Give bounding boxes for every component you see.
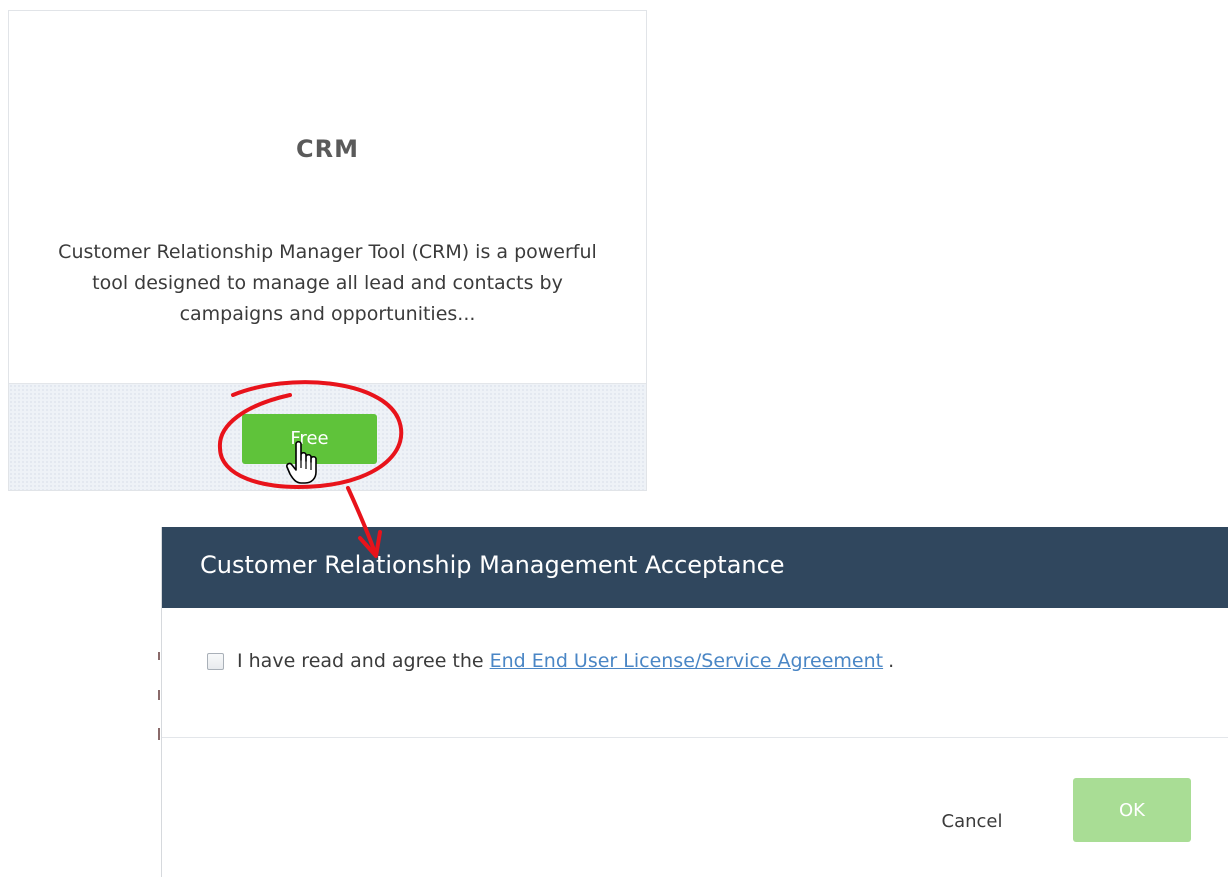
acceptance-dialog: Customer Relationship Management Accepta…: [161, 527, 1228, 877]
agreement-row: I have read and agree the End End User L…: [207, 650, 894, 672]
dialog-body: I have read and agree the End End User L…: [162, 608, 1228, 738]
card-body: CRM Customer Relationship Manager Tool (…: [9, 11, 646, 383]
app-description: Customer Relationship Manager Tool (CRM)…: [58, 241, 597, 325]
crm-app-card: CRM Customer Relationship Manager Tool (…: [8, 10, 647, 491]
dialog-header: Customer Relationship Management Accepta…: [162, 527, 1228, 608]
license-agreement-link[interactable]: End End User License/Service Agreement: [490, 650, 883, 672]
dialog-footer: Cancel OK: [162, 738, 1228, 877]
cancel-button[interactable]: Cancel: [922, 806, 1022, 836]
agreement-period: .: [888, 650, 895, 672]
hand-pointer-icon: [286, 440, 317, 484]
page-artifact: [158, 690, 160, 700]
agreement-checkbox[interactable]: [207, 652, 224, 670]
ok-button[interactable]: OK: [1073, 778, 1191, 842]
dialog-title: Customer Relationship Management Accepta…: [200, 551, 785, 579]
agreement-text: I have read and agree the: [237, 650, 484, 672]
page-artifact: [158, 652, 160, 660]
page-artifact: [158, 728, 160, 740]
card-footer: Free: [9, 383, 646, 490]
crm-logo: CRM: [296, 135, 359, 163]
